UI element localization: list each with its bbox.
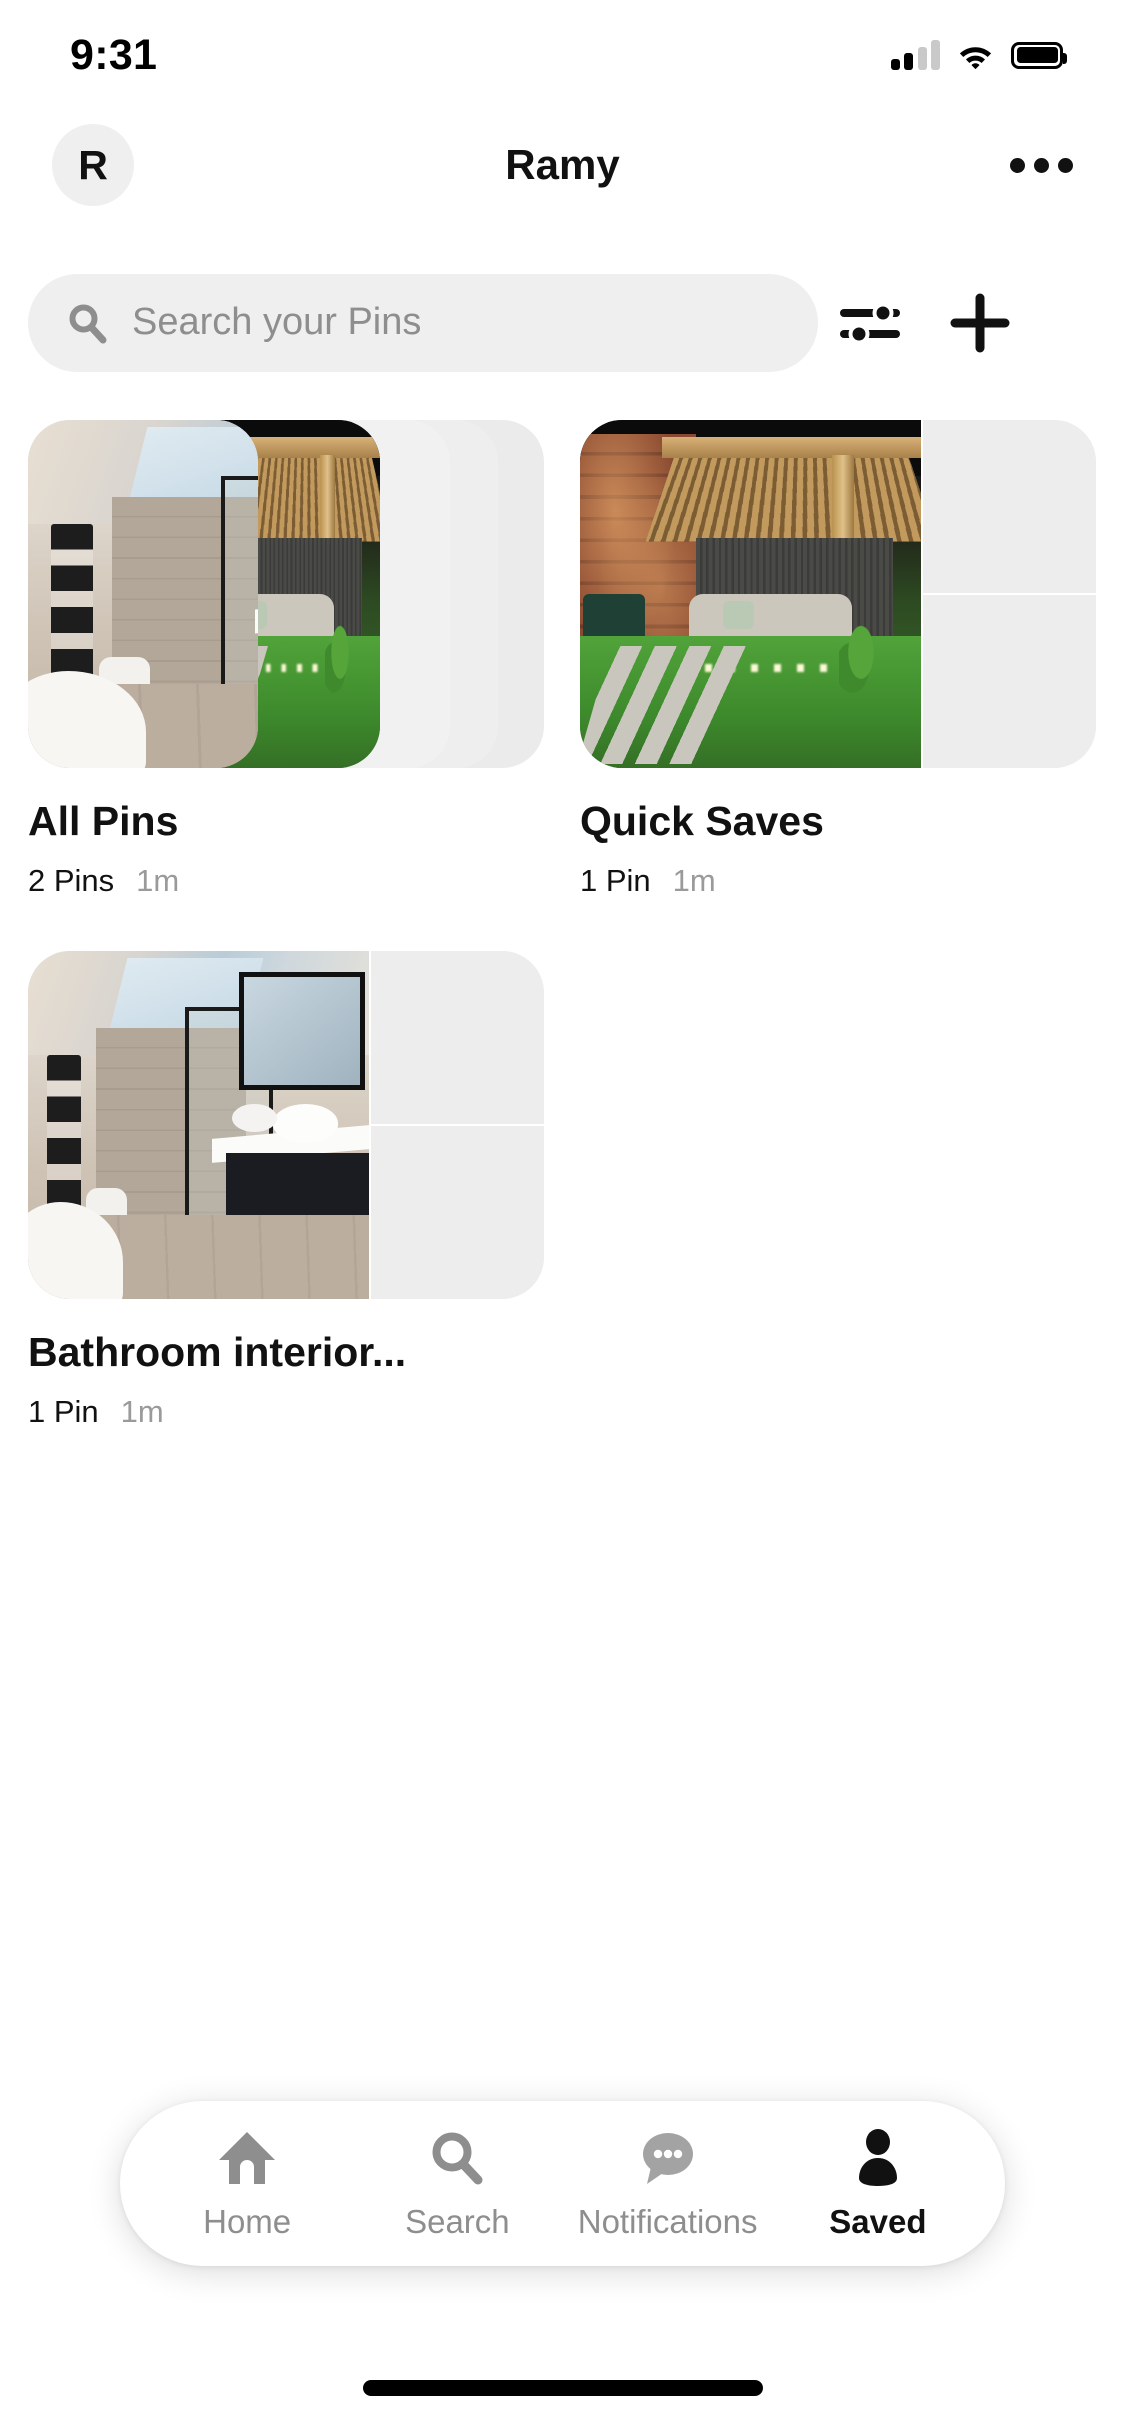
profile-header: R Ramy <box>0 110 1125 220</box>
status-time: 9:31 <box>70 30 158 79</box>
board-updated-time: 1m <box>672 863 716 898</box>
search-icon <box>69 304 107 343</box>
home-indicator <box>362 2380 763 2396</box>
board-meta: 1 Pin 1m <box>580 863 1096 899</box>
board-meta: 1 Pin 1m <box>28 1394 544 1430</box>
board-updated-time: 1m <box>120 1394 164 1429</box>
nav-label: Saved <box>829 2202 927 2240</box>
nav-item-saved[interactable]: Saved <box>778 2127 978 2241</box>
chat-bubble-icon <box>637 2127 699 2189</box>
board-card[interactable]: Bathroom interior... 1 Pin 1m <box>28 951 544 1430</box>
filter-sliders-icon[interactable] <box>818 296 926 350</box>
board-stack-cover-1 <box>28 420 258 768</box>
board-meta: 2 Pins 1m <box>28 863 544 899</box>
nav-item-search[interactable]: Search <box>357 2127 557 2241</box>
status-indicators <box>890 40 1067 70</box>
nav-label: Search <box>405 2202 510 2240</box>
nav-label: Notifications <box>577 2202 758 2240</box>
search-input[interactable]: Search your Pins <box>28 273 818 372</box>
search-icon <box>428 2127 486 2189</box>
board-placeholder-tile <box>920 420 1096 593</box>
board-pin-count: 1 Pin <box>28 1394 99 1429</box>
board-pin-count: 2 Pins <box>28 863 115 898</box>
search-placeholder: Search your Pins <box>132 301 422 343</box>
boards-grid: All Pins 2 Pins 1m Quick Saves 1 Pin 1m … <box>0 420 1125 1482</box>
wifi-icon <box>959 47 992 69</box>
board-title: Quick Saves <box>580 798 824 844</box>
board-placeholder-tile <box>368 951 544 1124</box>
battery-full-icon <box>1011 41 1067 69</box>
board-thumbnail-stack <box>28 420 544 768</box>
board-title: All Pins <box>28 798 179 844</box>
home-icon <box>216 2127 278 2189</box>
cellular-signal-icon <box>890 40 940 70</box>
board-placeholder-tile <box>920 593 1096 768</box>
nav-item-home[interactable]: Home <box>147 2127 347 2241</box>
plus-icon[interactable] <box>926 292 1034 354</box>
board-thumbnail <box>28 951 544 1299</box>
avatar[interactable]: R <box>52 124 134 206</box>
bottom-navigation-bar: Home Search Notifications Saved <box>120 2101 1005 2266</box>
board-placeholder-tile <box>368 1124 544 1299</box>
board-card[interactable]: Quick Saves 1 Pin 1m <box>580 420 1096 899</box>
board-card[interactable]: All Pins 2 Pins 1m <box>28 420 544 899</box>
board-placeholder-tiles <box>368 951 544 1299</box>
more-options-icon[interactable] <box>1010 157 1073 173</box>
board-placeholder-tiles <box>920 420 1096 768</box>
nav-item-notifications[interactable]: Notifications <box>568 2127 768 2241</box>
board-title: Bathroom interior... <box>28 1329 407 1375</box>
board-updated-time: 1m <box>136 863 180 898</box>
board-cover-image <box>28 951 369 1299</box>
profile-person-icon <box>849 2127 907 2189</box>
nav-label: Home <box>203 2202 292 2240</box>
status-bar: 9:31 <box>0 0 1125 110</box>
search-row: Search your Pins <box>0 270 1125 375</box>
board-thumbnail <box>580 420 1096 768</box>
page-title: Ramy <box>505 141 620 188</box>
board-pin-count: 1 Pin <box>580 863 651 898</box>
board-cover-image <box>580 420 921 768</box>
